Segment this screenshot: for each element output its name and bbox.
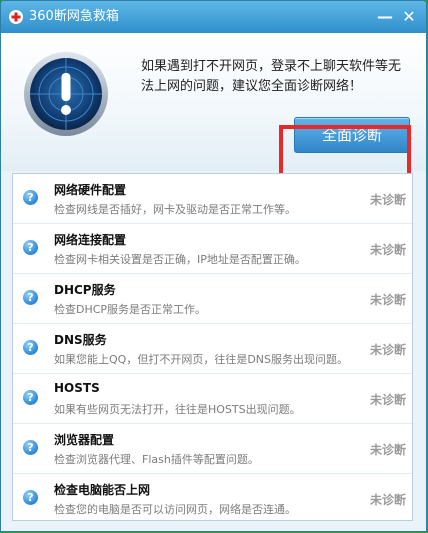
item-title: 检查电脑能否上网 (54, 483, 151, 497)
item-description: 如果您能上QQ，但打不开网页，往往是DNS服务出现问题。 (54, 353, 348, 366)
list-item-connection[interactable]: ? 网络连接配置 检查网卡相关设置是否正确，IP地址是否配置正确。 未诊断 (13, 224, 412, 274)
item-description: 如果有些网页无法打开，往往是HOSTS出现问题。 (54, 403, 301, 416)
status-badge: 未诊断 (370, 493, 407, 507)
window-title: 360断网急救箱 (29, 9, 119, 24)
diagnosis-list: ? 网络硬件配置 检查网线是否插好，网卡及驱动是否正常工作等。 未诊断 ? 网络… (12, 173, 413, 521)
question-icon: ? (23, 390, 38, 405)
red-cross-icon (9, 10, 23, 24)
list-item-dns[interactable]: ? DNS服务 如果您能上QQ，但打不开网页，往往是DNS服务出现问题。 未诊断 (13, 324, 412, 374)
status-badge: 未诊断 (370, 343, 407, 357)
app-window: 360断网急救箱 — ✕ 如果遇到打不开网页，登录不上聊天软件等无法上网的问题，… (0, 0, 427, 532)
item-title: HOSTS (54, 381, 100, 395)
minimize-button[interactable]: — (375, 7, 395, 27)
item-description: 检查DHCP服务是否正常工作。 (54, 303, 207, 316)
item-description: 检查网卡相关设置是否正确，IP地址是否配置正确。 (54, 253, 306, 266)
question-icon: ? (23, 290, 38, 305)
item-description: 检查网线是否插好，网卡及驱动是否正常工作等。 (54, 203, 296, 216)
status-badge: 未诊断 (370, 443, 407, 457)
header-panel: 如果遇到打不开网页，登录不上聊天软件等无法上网的问题，建议您全面诊断网络！ 全面… (1, 33, 426, 190)
status-badge: 未诊断 (370, 393, 407, 407)
status-badge: 未诊断 (370, 243, 407, 257)
item-title: 网络连接配置 (54, 233, 127, 247)
header-description: 如果遇到打不开网页，登录不上聊天软件等无法上网的问题，建议您全面诊断网络！ (141, 59, 402, 94)
question-icon: ? (23, 440, 38, 455)
status-badge: 未诊断 (370, 293, 407, 307)
status-badge: 未诊断 (370, 193, 407, 207)
question-icon: ? (23, 190, 38, 205)
item-title: DNS服务 (54, 333, 107, 347)
list-item-hosts[interactable]: ? HOSTS 如果有些网页无法打开，往往是HOSTS出现问题。 未诊断 (13, 374, 412, 424)
close-button[interactable]: ✕ (399, 7, 419, 27)
question-icon: ? (23, 240, 38, 255)
item-title: 浏览器配置 (54, 433, 115, 447)
item-description: 检查您的电脑是否可以访问网页，网络是否连通。 (54, 503, 296, 516)
item-description: 检查浏览器代理、Flash插件等配置问题。 (54, 453, 259, 466)
list-item-internet[interactable]: ? 检查电脑能否上网 检查您的电脑是否可以访问网页，网络是否连通。 未诊断 (13, 474, 412, 524)
question-icon: ? (23, 490, 38, 505)
list-item-dhcp[interactable]: ? DHCP服务 检查DHCP服务是否正常工作。 未诊断 (13, 274, 412, 324)
list-item-browser[interactable]: ? 浏览器配置 检查浏览器代理、Flash插件等配置问题。 未诊断 (13, 424, 412, 474)
question-icon: ? (23, 340, 38, 355)
radar-warning-icon (24, 52, 108, 136)
title-bar[interactable]: 360断网急救箱 — ✕ (1, 1, 426, 33)
full-diagnose-button[interactable]: 全面诊断 (294, 117, 410, 153)
item-title: DHCP服务 (54, 283, 116, 297)
item-title: 网络硬件配置 (54, 183, 127, 197)
list-item-hardware[interactable]: ? 网络硬件配置 检查网线是否插好，网卡及驱动是否正常工作等。 未诊断 (13, 174, 412, 224)
